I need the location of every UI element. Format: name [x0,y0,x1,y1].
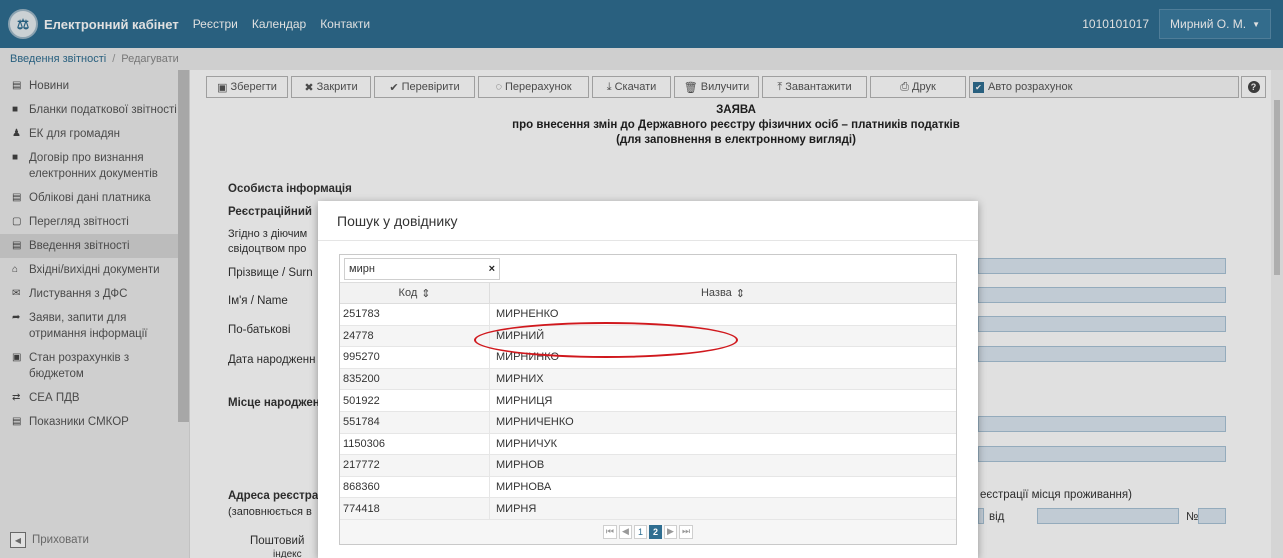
cell-code: 251783 [340,304,490,325]
table-row[interactable]: 835200 МИРНИХ [340,368,956,391]
page-2-button[interactable]: 2 [649,524,662,539]
prev-page-icon[interactable]: ◀ [619,524,632,539]
cell-code: 868360 [340,476,490,498]
cell-name: МИРНИХ [496,373,544,386]
dialog-title: Пошук у довіднику [318,201,978,241]
next-page-icon[interactable]: ▶ [664,524,677,539]
cell-code: 774418 [340,498,490,519]
directory-search-dialog: Пошук у довіднику мирн × Код ⇕ Назва ⇕ 2… [318,201,978,558]
first-page-icon[interactable]: ⏮ [602,524,617,539]
cell-name: МИРНОВ [496,459,545,472]
table-row[interactable]: 501922 МИРНИЦЯ [340,390,956,412]
grid-search-row: мирн × [340,255,956,282]
highlight-ellipse-annotation [474,322,738,358]
page-1-button[interactable]: 1 [634,524,647,539]
cell-code: 501922 [340,390,490,411]
search-input-value: мирн [349,262,375,275]
cell-name: МИРНИЧЕНКО [496,416,574,429]
column-header-code-label: Код [398,287,418,299]
cell-code: 1150306 [340,433,490,455]
table-row[interactable]: 868360 МИРНОВА [340,476,956,499]
search-input[interactable]: мирн × [344,257,500,280]
directory-grid: мирн × Код ⇕ Назва ⇕ 251783 МИРНЕНКО 2477… [339,254,957,545]
table-row[interactable]: 774418 МИРНЯ [340,498,956,520]
sort-icon: ⇕ [421,287,431,300]
cell-name: МИРНИЧУК [496,437,557,450]
cell-name: МИРНЯ [496,502,537,515]
table-row[interactable]: 1150306 МИРНИЧУК [340,433,956,456]
grid-header: Код ⇕ Назва ⇕ [340,282,956,304]
table-row[interactable]: 551784 МИРНИЧЕНКО [340,411,956,434]
column-header-code[interactable]: Код ⇕ [340,283,490,303]
table-row[interactable]: 217772 МИРНОВ [340,455,956,477]
column-header-name-label: Назва [700,287,732,299]
cell-code: 217772 [340,455,490,476]
cell-code: 995270 [340,347,490,368]
clear-search-icon[interactable]: × [489,263,495,275]
cell-name: МИРНЕНКО [496,308,559,321]
pagination: ⏮ ◀ 1 2 ▶ ⏭ [340,519,956,544]
sort-icon: ⇕ [735,287,746,300]
column-header-name[interactable]: Назва ⇕ [490,283,956,303]
cell-code: 835200 [340,368,490,390]
cell-name: МИРНИЦЯ [496,394,553,407]
cell-code: 24778 [340,325,490,347]
cell-name: МИРНОВА [496,481,552,494]
last-page-icon[interactable]: ⏭ [679,524,694,539]
cell-code: 551784 [340,411,490,433]
